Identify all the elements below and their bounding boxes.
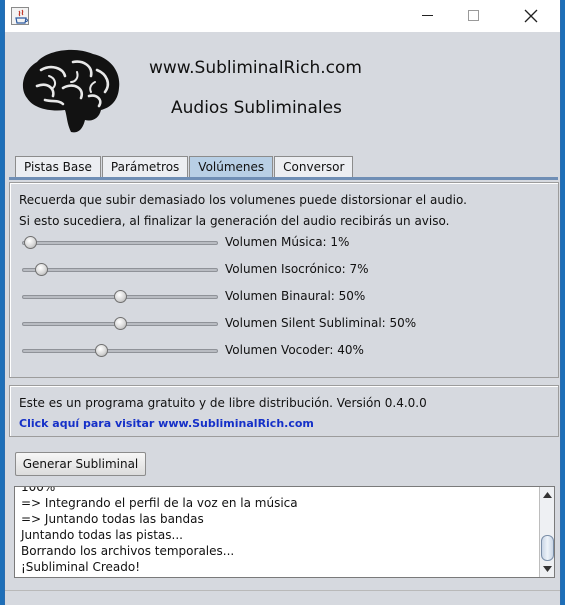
desktop-edge bbox=[561, 32, 565, 605]
silent-subliminal-volume-slider[interactable] bbox=[113, 317, 127, 330]
maximize-button[interactable] bbox=[451, 0, 497, 32]
music-volume-label: Volumen Música: 1% bbox=[225, 235, 350, 249]
vocoder-volume-row: Volumen Vocoder: 40% bbox=[18, 341, 548, 361]
scroll-down-arrow-icon[interactable] bbox=[541, 562, 554, 576]
music-volume-slider[interactable] bbox=[23, 236, 37, 249]
tab-parametros[interactable]: Parámetros bbox=[101, 156, 189, 178]
music-volume-row: Volumen Música: 1% bbox=[18, 233, 548, 253]
binaural-volume-label: Volumen Binaural: 50% bbox=[225, 289, 366, 303]
close-icon bbox=[524, 9, 538, 23]
scroll-up-arrow-icon[interactable] bbox=[541, 488, 554, 502]
log-scrollbar[interactable] bbox=[539, 487, 554, 577]
app-header: www.SubliminalRich.com Audios Subliminal… bbox=[5, 32, 560, 156]
version-info: Este es un programa gratuito y de libre … bbox=[19, 396, 427, 410]
title-bar[interactable] bbox=[5, 0, 560, 32]
binaural-volume-slider[interactable] bbox=[113, 290, 127, 303]
generate-subliminal-button[interactable]: Generar Subliminal bbox=[15, 452, 146, 476]
silent-subliminal-volume-row: Volumen Silent Subliminal: 50% bbox=[18, 314, 548, 334]
log-lines: 100% => Integrando el perfil de la voz e… bbox=[21, 486, 531, 575]
site-url-title: www.SubliminalRich.com bbox=[149, 58, 362, 78]
minimize-button[interactable] bbox=[405, 0, 451, 32]
log-line: Juntando todas las pistas... bbox=[21, 528, 183, 542]
tab-volumenes[interactable]: Volúmenes bbox=[189, 156, 274, 178]
log-line: => Juntando todas las bandas bbox=[21, 512, 204, 526]
tab-conversor[interactable]: Conversor bbox=[274, 156, 354, 178]
slider-track bbox=[22, 268, 218, 272]
website-link[interactable]: Click aquí para visitar www.SubliminalRi… bbox=[19, 417, 314, 430]
log-line: 100% bbox=[21, 486, 56, 494]
scrollbar-thumb[interactable] bbox=[541, 535, 554, 561]
info-panel: Este es un programa gratuito y de libre … bbox=[9, 385, 559, 437]
close-button[interactable] bbox=[508, 0, 554, 32]
brain-logo-icon bbox=[22, 49, 120, 133]
distortion-warning: Recuerda que subir demasiado los volumen… bbox=[19, 193, 467, 207]
window-bottom-edge bbox=[5, 590, 560, 605]
isochronic-volume-slider[interactable] bbox=[34, 263, 48, 276]
isochronic-volume-row: Volumen Isocrónico: 7% bbox=[18, 260, 548, 280]
log-line: Borrando los archivos temporales... bbox=[21, 544, 235, 558]
vocoder-volume-slider[interactable] bbox=[95, 344, 109, 357]
log-line: ¡Subliminal Creado! bbox=[21, 560, 141, 574]
tab-underline bbox=[9, 177, 558, 180]
app-title: Audios Subliminales bbox=[171, 98, 342, 118]
slider-track bbox=[22, 241, 218, 245]
distortion-notice: Si esto sucediera, al finalizar la gener… bbox=[19, 214, 450, 228]
slider-track bbox=[22, 349, 218, 353]
log-line: => Integrando el perfil de la voz en la … bbox=[21, 496, 298, 510]
tab-bar: Pistas Base Parámetros Volúmenes Convers… bbox=[15, 156, 354, 178]
binaural-volume-row: Volumen Binaural: 50% bbox=[18, 287, 548, 307]
silent-subliminal-volume-label: Volumen Silent Subliminal: 50% bbox=[225, 316, 417, 330]
volumes-panel: Recuerda que subir demasiado los volumen… bbox=[9, 182, 559, 378]
log-output[interactable]: 100% => Integrando el perfil de la voz e… bbox=[14, 486, 555, 578]
isochronic-volume-label: Volumen Isocrónico: 7% bbox=[225, 262, 369, 276]
vocoder-volume-label: Volumen Vocoder: 40% bbox=[225, 343, 364, 357]
app-window: www.SubliminalRich.com Audios Subliminal… bbox=[4, 0, 561, 605]
tab-pistas-base[interactable]: Pistas Base bbox=[15, 156, 101, 178]
java-app-icon bbox=[11, 7, 29, 25]
